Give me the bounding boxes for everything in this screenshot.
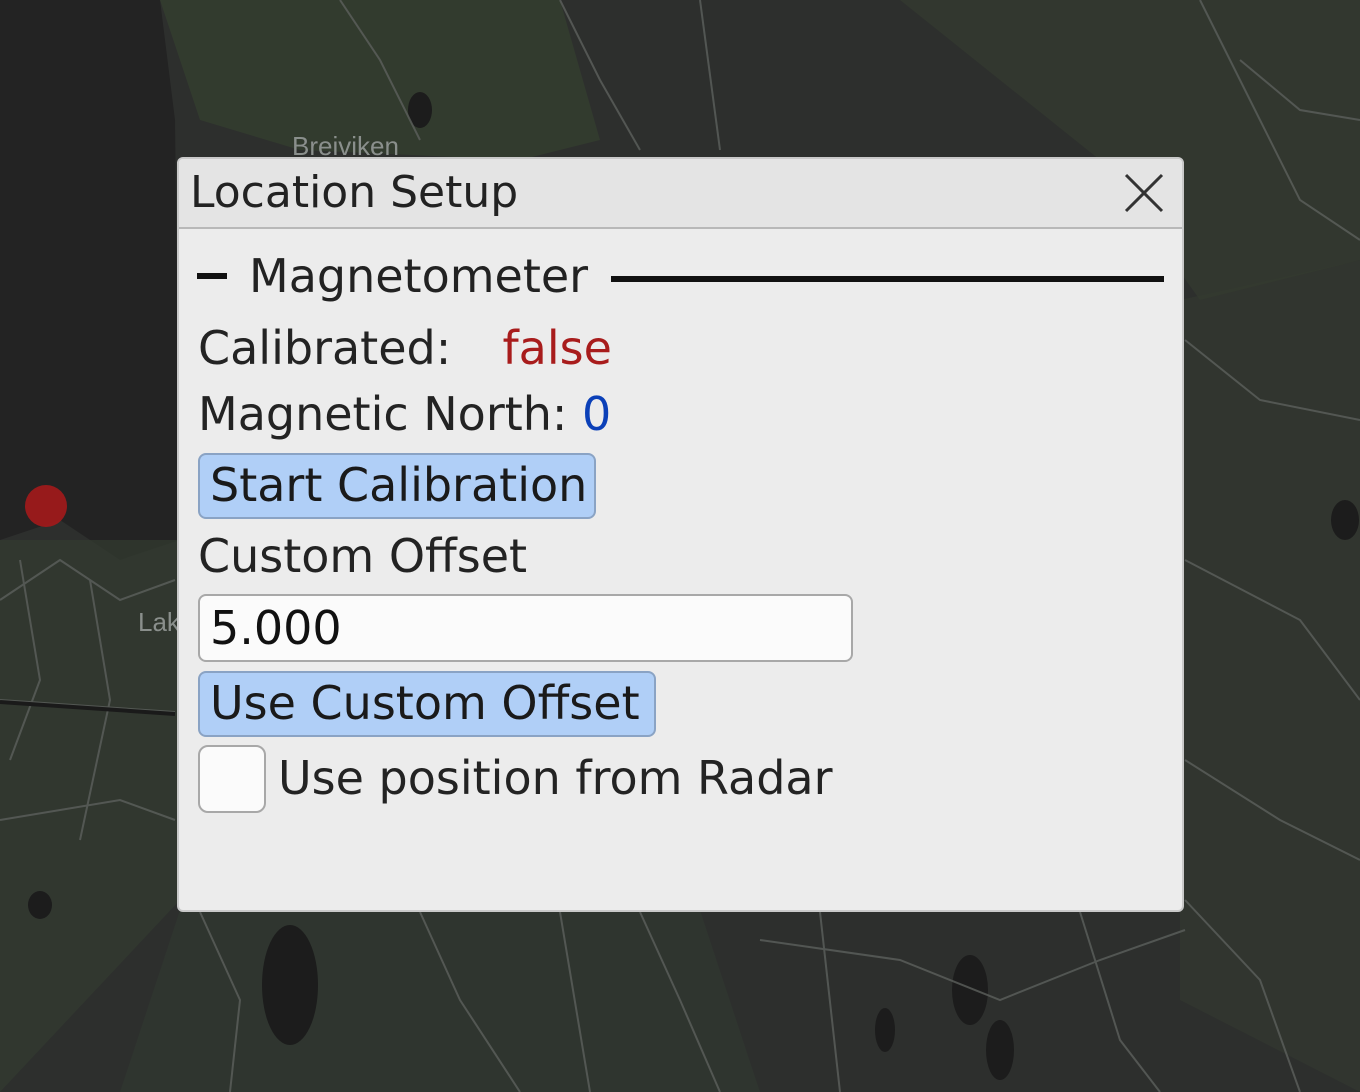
custom-offset-label: Custom Offset [198, 529, 528, 583]
calibrated-value: false [502, 321, 612, 375]
map-place-label: Lak [138, 607, 180, 637]
section-title: Magnetometer [249, 249, 589, 303]
close-icon[interactable] [1122, 171, 1166, 215]
magnetometer-section-header: Magnetometer [197, 247, 1164, 307]
use-radar-position-checkbox[interactable] [198, 745, 266, 813]
dialog-titlebar[interactable]: Location Setup [179, 159, 1182, 229]
collapse-minus-icon[interactable] [197, 273, 227, 279]
use-radar-position-label[interactable]: Use position from Radar [278, 751, 833, 805]
calibrated-row: Calibrated: false [198, 321, 612, 375]
magnetic-north-label: Magnetic North: [198, 387, 568, 441]
magnetic-north-row: Magnetic North: 0 [198, 387, 611, 441]
dialog-title: Location Setup [190, 167, 519, 218]
custom-offset-input[interactable] [198, 594, 853, 662]
use-custom-offset-button[interactable]: Use Custom Offset [198, 671, 656, 737]
location-marker[interactable] [25, 485, 67, 527]
location-setup-dialog: Location Setup Magnetometer Calibrated: … [177, 157, 1184, 912]
calibrated-label: Calibrated: [198, 321, 452, 375]
magnetic-north-value: 0 [582, 387, 612, 441]
start-calibration-button[interactable]: Start Calibration [198, 453, 596, 519]
section-divider [611, 276, 1164, 282]
